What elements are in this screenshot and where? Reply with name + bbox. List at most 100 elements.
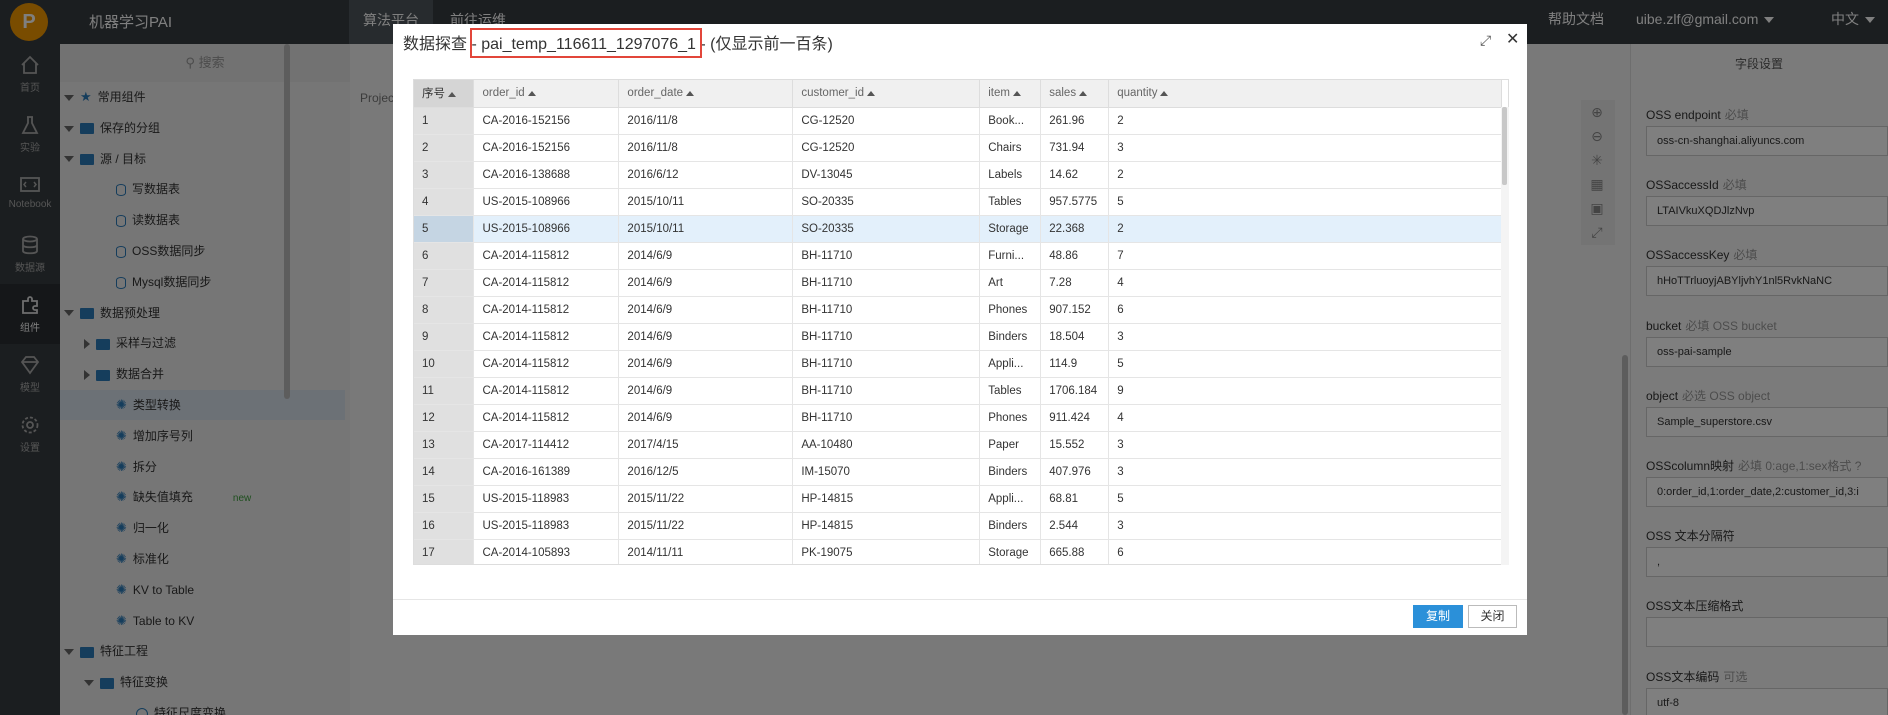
table-cell: 2016/12/5 bbox=[618, 458, 794, 486]
sort-asc-icon[interactable] bbox=[1160, 90, 1169, 96]
dialog-footer-divider bbox=[393, 599, 1527, 600]
table-cell: Binders bbox=[979, 458, 1042, 486]
copy-button[interactable]: 复制 bbox=[1413, 605, 1463, 628]
table-cell: HP-14815 bbox=[792, 485, 981, 513]
table-cell: BH-11710 bbox=[792, 377, 981, 405]
table-cell: 1 bbox=[414, 107, 475, 135]
table-cell: 5 bbox=[1108, 350, 1502, 378]
table-cell: 14 bbox=[414, 458, 475, 486]
table-cell: CA-2016-152156 bbox=[473, 107, 620, 135]
table-cell: 15.552 bbox=[1040, 431, 1110, 459]
table-cell: 911.424 bbox=[1040, 404, 1110, 432]
table-cell: 407.976 bbox=[1040, 458, 1110, 486]
table-cell: Phones bbox=[979, 296, 1042, 324]
table-row[interactable]: 9 CA-2014-115812 2014/6/9 BH-11710 Binders 18… bbox=[414, 323, 1502, 351]
table-cell: 2014/11/11 bbox=[618, 539, 794, 564]
table-cell: CA-2014-115812 bbox=[473, 350, 620, 378]
table-row[interactable]: 3 CA-2016-138688 2016/6/12 DV-13045 Labels 14… bbox=[414, 161, 1502, 189]
table-row[interactable]: 5 US-2015-108966 2015/10/11 SO-20335 Storage… bbox=[414, 215, 1502, 243]
table-row[interactable]: 2 CA-2016-152156 2016/11/8 CG-12520 Chairs 73… bbox=[414, 134, 1502, 162]
table-row[interactable]: 1 CA-2016-152156 2016/11/8 CG-12520 Book... 2… bbox=[414, 107, 1502, 135]
table-cell: DV-13045 bbox=[792, 161, 981, 189]
table-row[interactable]: 12 CA-2014-115812 2014/6/9 BH-11710 Phones 91… bbox=[414, 404, 1502, 432]
column-header[interactable]: item bbox=[979, 80, 1042, 108]
table-cell: 3 bbox=[1108, 134, 1502, 162]
table-cell: 1706.184 bbox=[1040, 377, 1110, 405]
table-cell: 9 bbox=[414, 323, 475, 351]
table-cell: 4 bbox=[1108, 404, 1502, 432]
sort-asc-icon[interactable] bbox=[686, 90, 695, 96]
table-cell: BH-11710 bbox=[792, 323, 981, 351]
table-cell: CG-12520 bbox=[792, 107, 981, 135]
table-cell: 114.9 bbox=[1040, 350, 1110, 378]
column-header[interactable]: order_date bbox=[618, 80, 794, 108]
sort-asc-icon[interactable] bbox=[448, 91, 456, 97]
table-cell: 15 bbox=[414, 485, 475, 513]
table-cell: 22.368 bbox=[1040, 215, 1110, 243]
column-header[interactable]: quantity bbox=[1108, 80, 1502, 108]
sort-asc-icon[interactable] bbox=[1079, 90, 1088, 96]
table-cell: Appli... bbox=[979, 485, 1042, 513]
sort-asc-icon[interactable] bbox=[527, 90, 536, 96]
table-cell: Appli... bbox=[979, 350, 1042, 378]
table-cell: 2014/6/9 bbox=[618, 404, 794, 432]
expand-icon[interactable]: ⤢ bbox=[1480, 32, 1491, 49]
table-cell: 907.152 bbox=[1040, 296, 1110, 324]
table-row[interactable]: 14 CA-2016-161389 2016/12/5 IM-15070 Binders… bbox=[414, 458, 1502, 486]
table-cell: CA-2014-115812 bbox=[473, 296, 620, 324]
column-header-label: customer_id bbox=[801, 87, 864, 100]
table-cell: 2015/10/11 bbox=[618, 215, 794, 243]
table-cell: 2014/6/9 bbox=[618, 242, 794, 270]
table-row[interactable]: 7 CA-2014-115812 2014/6/9 BH-11710 Art 7.28 4 bbox=[414, 269, 1502, 297]
table-cell: 7 bbox=[414, 269, 475, 297]
table-row[interactable]: 16 US-2015-118983 2015/11/22 HP-14815 Binder… bbox=[414, 512, 1502, 540]
column-header[interactable]: order_id bbox=[473, 80, 620, 108]
table-scrollbar-thumb[interactable] bbox=[1502, 107, 1507, 185]
close-button[interactable]: 关闭 bbox=[1468, 605, 1517, 628]
table-cell: 261.96 bbox=[1040, 107, 1110, 135]
table-cell: 2015/10/11 bbox=[618, 188, 794, 216]
data-table: 序号 order_id order_date customer_id item sales… bbox=[413, 79, 1509, 565]
table-row[interactable]: 8 CA-2014-115812 2014/6/9 BH-11710 Phones 907… bbox=[414, 296, 1502, 324]
close-icon[interactable]: ✕ bbox=[1506, 29, 1519, 49]
table-cell: Art bbox=[979, 269, 1042, 297]
column-header[interactable]: sales bbox=[1040, 80, 1110, 108]
table-cell: Storage bbox=[979, 539, 1042, 564]
table-cell: 2 bbox=[1108, 215, 1502, 243]
table-cell: SO-20335 bbox=[792, 215, 981, 243]
table-cell: CA-2014-115812 bbox=[473, 377, 620, 405]
table-cell: 68.81 bbox=[1040, 485, 1110, 513]
table-cell: 2014/6/9 bbox=[618, 377, 794, 405]
table-cell: 2015/11/22 bbox=[618, 485, 794, 513]
table-cell: 3 bbox=[1108, 323, 1502, 351]
table-row[interactable]: 13 CA-2017-114412 2017/4/15 AA-10480 Paper 15… bbox=[414, 431, 1502, 459]
sort-asc-icon[interactable] bbox=[1012, 90, 1021, 96]
table-cell: BH-11710 bbox=[792, 269, 981, 297]
column-header-label: item bbox=[988, 87, 1010, 100]
table-row[interactable]: 17 CA-2014-105893 2014/11/11 PK-19075 Storag… bbox=[414, 539, 1502, 564]
table-row[interactable]: 6 CA-2014-115812 2014/6/9 BH-11710 Furni... 4… bbox=[414, 242, 1502, 270]
column-header[interactable]: customer_id bbox=[792, 80, 981, 108]
column-header[interactable]: 序号 bbox=[414, 80, 475, 108]
table-cell: Chairs bbox=[979, 134, 1042, 162]
table-cell: 2016/11/8 bbox=[618, 107, 794, 135]
sort-asc-icon[interactable] bbox=[866, 90, 875, 96]
table-row[interactable]: 10 CA-2014-115812 2014/6/9 BH-11710 Appli...… bbox=[414, 350, 1502, 378]
table-cell: 2017/4/15 bbox=[618, 431, 794, 459]
table-row[interactable]: 4 US-2015-108966 2015/10/11 SO-20335 Tables 9… bbox=[414, 188, 1502, 216]
table-cell: Labels bbox=[979, 161, 1042, 189]
column-header-label: 序号 bbox=[422, 88, 445, 101]
table-cell: 6 bbox=[1108, 539, 1502, 564]
table-cell: 2016/6/12 bbox=[618, 161, 794, 189]
table-cell: Phones bbox=[979, 404, 1042, 432]
table-cell: 731.94 bbox=[1040, 134, 1110, 162]
table-cell: Tables bbox=[979, 188, 1042, 216]
table-row[interactable]: 15 US-2015-118983 2015/11/22 HP-14815 Appli.… bbox=[414, 485, 1502, 513]
table-cell: US-2015-118983 bbox=[473, 485, 620, 513]
table-cell: 11 bbox=[414, 377, 475, 405]
column-header-label: order_id bbox=[482, 87, 525, 100]
table-cell: CA-2014-115812 bbox=[473, 323, 620, 351]
table-cell: 3 bbox=[414, 161, 475, 189]
table-cell: Book... bbox=[979, 107, 1042, 135]
table-row[interactable]: 11 CA-2014-115812 2014/6/9 BH-11710 Tables 17… bbox=[414, 377, 1502, 405]
